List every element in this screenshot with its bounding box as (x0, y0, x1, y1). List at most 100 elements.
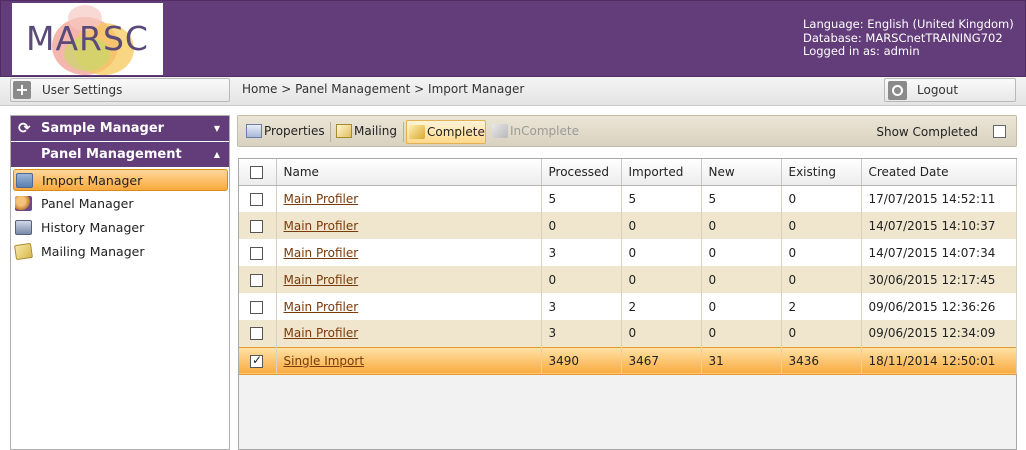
created-date-cell: 14/07/2015 14:07:34 (861, 239, 1017, 266)
logout-label: Logout (917, 83, 959, 97)
new-cell: 31 (701, 346, 782, 375)
main-panel: Properties Mailing Complete InComplete S… (237, 115, 1017, 450)
row-name-link[interactable]: Single Import (284, 354, 365, 368)
existing-cell: 0 (781, 239, 862, 266)
sidebar-section-panel-management[interactable]: Panel Management ▲ (11, 142, 229, 167)
logout-button[interactable]: Logout (884, 78, 1016, 102)
user-info: Language: English (United Kingdom) Datab… (803, 17, 1014, 59)
row-checkbox-checked[interactable] (250, 353, 263, 368)
column-header-name[interactable]: Name (276, 159, 542, 186)
select-all-checkbox[interactable] (250, 165, 263, 179)
chevron-down-icon: ▼ (213, 124, 220, 133)
row-checkbox[interactable] (250, 300, 263, 314)
sidebar-item-history-manager[interactable]: History Manager (13, 217, 228, 239)
processed-cell: 0 (541, 212, 622, 239)
new-cell: 0 (701, 239, 782, 266)
sidebar-item-label: Import Manager (42, 173, 143, 188)
new-cell: 0 (701, 266, 782, 293)
table-row[interactable]: Main Profiler 3 0 0 0 09/06/2015 12:34:0… (239, 320, 1017, 347)
name-cell: Main Profiler (276, 320, 542, 347)
history-icon (15, 220, 32, 235)
row-checkbox[interactable] (250, 273, 263, 287)
sidebar-item-import-manager[interactable]: Import Manager (13, 169, 228, 191)
show-completed-label: Show Completed (876, 125, 978, 139)
complete-label: Complete (427, 125, 485, 139)
sidebar-item-label: Panel Manager (41, 196, 134, 211)
table-row[interactable]: Main Profiler 0 0 0 0 30/06/2015 12:17:4… (239, 266, 1017, 293)
row-checkbox[interactable] (250, 246, 263, 260)
complete-icon (409, 125, 425, 139)
sidebar-section-label: Panel Management (41, 147, 182, 162)
mailing-icon (336, 124, 352, 138)
column-header-processed[interactable]: Processed (541, 159, 622, 186)
chevron-up-icon: ▲ (213, 150, 220, 159)
column-header-created-date[interactable]: Created Date (861, 159, 1017, 186)
row-name-link[interactable]: Main Profiler (284, 219, 359, 233)
column-header-new[interactable]: New (701, 159, 782, 186)
people-icon (15, 196, 32, 211)
imported-cell: 0 (621, 320, 702, 347)
sidebar-item-label: Mailing Manager (41, 244, 145, 259)
processed-cell: 3 (541, 293, 622, 320)
logo-text: MARSC (26, 19, 149, 58)
properties-icon (246, 124, 262, 138)
row-name-link[interactable]: Main Profiler (284, 326, 359, 340)
existing-cell: 0 (781, 185, 862, 212)
row-checkbox-cell (239, 320, 277, 347)
table-row-selected[interactable]: Single Import 3490 3467 31 3436 18/11/20… (239, 346, 1017, 375)
properties-label: Properties (264, 124, 325, 138)
show-completed-checkbox[interactable] (993, 125, 1006, 138)
table-row[interactable]: Main Profiler 3 2 0 2 09/06/2015 12:36:2… (239, 293, 1017, 320)
row-checkbox-cell (239, 239, 277, 266)
import-icon (16, 173, 33, 188)
table-row[interactable]: Main Profiler 5 5 5 0 17/07/2015 14:52:1… (239, 185, 1017, 212)
created-date-cell: 14/07/2015 14:10:37 (861, 212, 1017, 239)
created-date-cell: 09/06/2015 12:34:09 (861, 320, 1017, 347)
created-date-cell: 17/07/2015 14:52:11 (861, 185, 1017, 212)
table-header-row: Name Processed Imported New Existing Cre… (239, 159, 1017, 186)
mailing-label: Mailing (354, 124, 397, 138)
new-cell: 0 (701, 293, 782, 320)
imported-cell: 3467 (621, 346, 702, 375)
import-grid: Name Processed Imported New Existing Cre… (238, 158, 1017, 450)
existing-cell: 0 (781, 212, 862, 239)
created-date-cell: 30/06/2015 12:17:45 (861, 266, 1017, 293)
table-row[interactable]: Main Profiler 0 0 0 0 14/07/2015 14:10:3… (239, 212, 1017, 239)
imported-cell: 0 (621, 212, 702, 239)
sidebar-item-panel-manager[interactable]: Panel Manager (13, 193, 228, 215)
new-cell: 0 (701, 212, 782, 239)
column-header-imported[interactable]: Imported (621, 159, 702, 186)
imported-cell: 0 (621, 239, 702, 266)
toolbar-separator (403, 122, 404, 142)
database-info: Database: MARSCnetTRAINING702 (803, 30, 1003, 45)
logged-in-info: Logged in as: admin (803, 44, 920, 58)
row-name-link[interactable]: Main Profiler (284, 246, 359, 260)
row-checkbox[interactable] (250, 192, 263, 206)
row-name-link[interactable]: Main Profiler (284, 192, 359, 206)
sidebar-item-mailing-manager[interactable]: Mailing Manager (13, 241, 228, 263)
row-name-link[interactable]: Main Profiler (284, 273, 359, 287)
column-header-existing[interactable]: Existing (781, 159, 862, 186)
incomplete-button[interactable]: InComplete (490, 120, 582, 144)
row-checkbox[interactable] (250, 327, 263, 341)
table-row[interactable]: Main Profiler 3 0 0 0 14/07/2015 14:07:3… (239, 239, 1017, 266)
marsc-logo: MARSC (12, 3, 163, 75)
name-cell: Main Profiler (276, 185, 542, 212)
row-name-link[interactable]: Main Profiler (284, 300, 359, 314)
name-cell: Main Profiler (276, 293, 542, 320)
properties-button[interactable]: Properties (244, 120, 328, 144)
action-bar: Properties Mailing Complete InComplete S… (237, 115, 1017, 147)
processed-cell: 3 (541, 320, 622, 347)
imported-cell: 5 (621, 185, 702, 212)
row-checkbox[interactable] (250, 219, 263, 233)
new-cell: 5 (701, 185, 782, 212)
mailing-button[interactable]: Mailing (334, 120, 400, 144)
sidebar: ⟳ Sample Manager ▼ Panel Management ▲ Im… (10, 115, 230, 450)
name-cell: Main Profiler (276, 212, 542, 239)
app-header: MARSC Language: English (United Kingdom)… (0, 0, 1026, 77)
sidebar-section-sample-manager[interactable]: ⟳ Sample Manager ▼ (11, 116, 229, 141)
user-settings-button[interactable]: + User Settings (10, 78, 230, 102)
complete-button[interactable]: Complete (406, 120, 486, 144)
row-checkbox-cell (239, 293, 277, 320)
existing-cell: 0 (781, 320, 862, 347)
